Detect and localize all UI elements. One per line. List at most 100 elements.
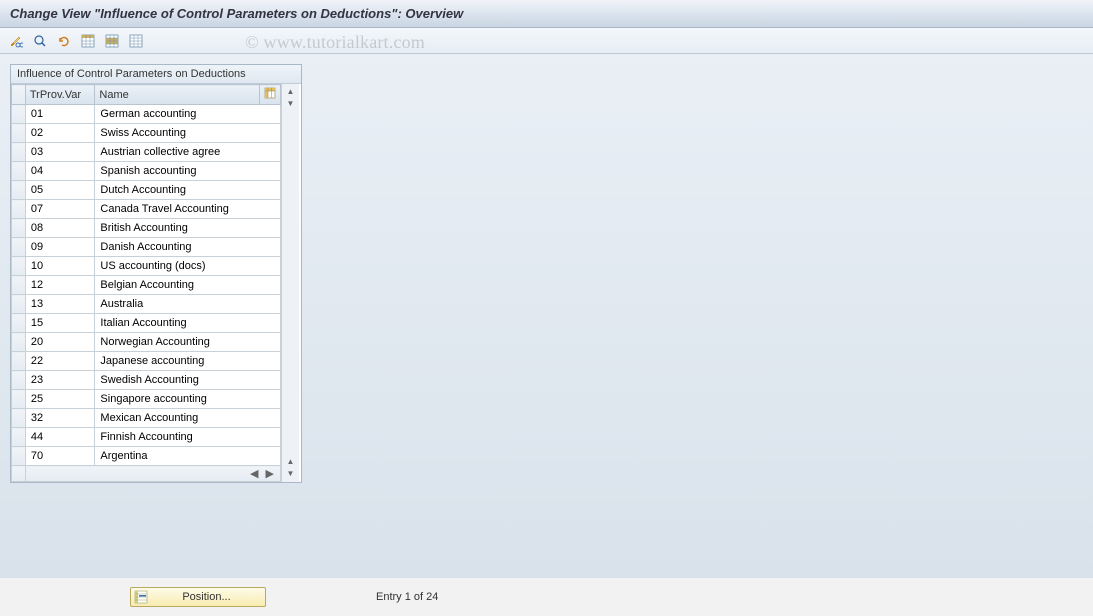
table-row[interactable]: 09Danish Accounting (12, 238, 281, 257)
row-selector[interactable] (12, 219, 26, 238)
table-row[interactable]: 10US accounting (docs) (12, 257, 281, 276)
cell-code[interactable]: 02 (25, 124, 95, 143)
table-row[interactable]: 12Belgian Accounting (12, 276, 281, 295)
table-row[interactable]: 70Argentina (12, 447, 281, 466)
select-block-button[interactable] (102, 32, 122, 50)
cell-name[interactable]: Austrian collective agree (95, 143, 281, 162)
cell-name[interactable]: Japanese accounting (95, 352, 281, 371)
cell-code[interactable]: 04 (25, 162, 95, 181)
row-selector[interactable] (12, 276, 26, 295)
scroll-right-icon[interactable]: ▶ (264, 468, 276, 480)
cell-name[interactable]: Italian Accounting (95, 314, 281, 333)
cell-code[interactable]: 25 (25, 390, 95, 409)
cell-code[interactable]: 15 (25, 314, 95, 333)
table-row[interactable]: 25Singapore accounting (12, 390, 281, 409)
table-row[interactable]: 22Japanese accounting (12, 352, 281, 371)
cell-code[interactable]: 05 (25, 181, 95, 200)
table-row[interactable]: 15Italian Accounting (12, 314, 281, 333)
cell-name[interactable]: Singapore accounting (95, 390, 281, 409)
cell-name[interactable]: Norwegian Accounting (95, 333, 281, 352)
row-selector[interactable] (12, 390, 26, 409)
table-row[interactable]: 23Swedish Accounting (12, 371, 281, 390)
cell-name[interactable]: Mexican Accounting (95, 409, 281, 428)
table-row[interactable]: 04Spanish accounting (12, 162, 281, 181)
vertical-scrollbar[interactable]: ▲ ▼ ▲ ▼ (281, 84, 299, 482)
cell-code[interactable]: 70 (25, 447, 95, 466)
column-header-selector[interactable] (12, 85, 26, 105)
cell-name[interactable]: Belgian Accounting (95, 276, 281, 295)
table-select-block-icon (105, 34, 119, 48)
row-selector[interactable] (12, 409, 26, 428)
cell-code[interactable]: 01 (25, 105, 95, 124)
column-config-icon (264, 87, 276, 99)
row-selector[interactable] (12, 238, 26, 257)
row-selector[interactable] (12, 143, 26, 162)
toggle-display-button[interactable] (6, 32, 26, 50)
footer-bar: Position... Entry 1 of 24 (0, 578, 1093, 616)
table-row[interactable]: 08British Accounting (12, 219, 281, 238)
cell-code[interactable]: 32 (25, 409, 95, 428)
cell-code[interactable]: 09 (25, 238, 95, 257)
table-row[interactable]: 32Mexican Accounting (12, 409, 281, 428)
row-selector[interactable] (12, 333, 26, 352)
row-selector[interactable] (12, 371, 26, 390)
cell-code[interactable]: 10 (25, 257, 95, 276)
cell-code[interactable]: 12 (25, 276, 95, 295)
cell-name[interactable]: German accounting (95, 105, 281, 124)
cell-name[interactable]: Finnish Accounting (95, 428, 281, 447)
row-selector[interactable] (12, 314, 26, 333)
cell-code[interactable]: 22 (25, 352, 95, 371)
cell-name[interactable]: Spanish accounting (95, 162, 281, 181)
cell-code[interactable]: 20 (25, 333, 95, 352)
cell-code[interactable]: 07 (25, 200, 95, 219)
scroll-up2-icon[interactable]: ▲ (287, 457, 295, 467)
row-selector[interactable] (12, 200, 26, 219)
table-row[interactable]: 03Austrian collective agree (12, 143, 281, 162)
table-row[interactable]: 13Australia (12, 295, 281, 314)
cell-name[interactable]: Swiss Accounting (95, 124, 281, 143)
table-row[interactable]: 07Canada Travel Accounting (12, 200, 281, 219)
table-row[interactable]: 20Norwegian Accounting (12, 333, 281, 352)
cell-name[interactable]: Dutch Accounting (95, 181, 281, 200)
row-selector[interactable] (12, 352, 26, 371)
cell-name[interactable]: Australia (95, 295, 281, 314)
row-selector[interactable] (12, 257, 26, 276)
page-title: Change View "Influence of Control Parame… (10, 6, 463, 21)
row-selector[interactable] (12, 181, 26, 200)
column-header-code[interactable]: TrProv.Var (25, 85, 95, 105)
column-header-name[interactable]: Name (95, 85, 260, 105)
select-all-button[interactable] (78, 32, 98, 50)
cell-code[interactable]: 44 (25, 428, 95, 447)
row-selector[interactable] (12, 447, 26, 466)
cell-name[interactable]: US accounting (docs) (95, 257, 281, 276)
table-row[interactable]: 05Dutch Accounting (12, 181, 281, 200)
row-selector[interactable] (12, 295, 26, 314)
row-selector[interactable] (12, 105, 26, 124)
row-selector[interactable] (12, 162, 26, 181)
scroll-left-icon[interactable]: ◀ (248, 468, 260, 480)
deselect-all-button[interactable] (126, 32, 146, 50)
horizontal-scrollbar[interactable]: ◀ ▶ (25, 466, 280, 482)
column-config-button[interactable] (259, 85, 280, 105)
row-selector[interactable] (12, 124, 26, 143)
bottom-scroll-row: ◀ ▶ (12, 466, 281, 482)
table-row[interactable]: 02Swiss Accounting (12, 124, 281, 143)
cell-name[interactable]: Argentina (95, 447, 281, 466)
row-selector[interactable] (12, 428, 26, 447)
undo-button[interactable] (54, 32, 74, 50)
cell-name[interactable]: Danish Accounting (95, 238, 281, 257)
cell-name[interactable]: British Accounting (95, 219, 281, 238)
cell-code[interactable]: 23 (25, 371, 95, 390)
scroll-down-icon[interactable]: ▼ (287, 99, 295, 109)
table-row[interactable]: 01German accounting (12, 105, 281, 124)
position-button[interactable]: Position... (130, 587, 266, 607)
table-row[interactable]: 44Finnish Accounting (12, 428, 281, 447)
scroll-down2-icon[interactable]: ▼ (287, 469, 295, 479)
cell-code[interactable]: 08 (25, 219, 95, 238)
scroll-up-icon[interactable]: ▲ (287, 87, 295, 97)
cell-name[interactable]: Canada Travel Accounting (95, 200, 281, 219)
cell-code[interactable]: 13 (25, 295, 95, 314)
cell-name[interactable]: Swedish Accounting (95, 371, 281, 390)
details-button[interactable] (30, 32, 50, 50)
cell-code[interactable]: 03 (25, 143, 95, 162)
